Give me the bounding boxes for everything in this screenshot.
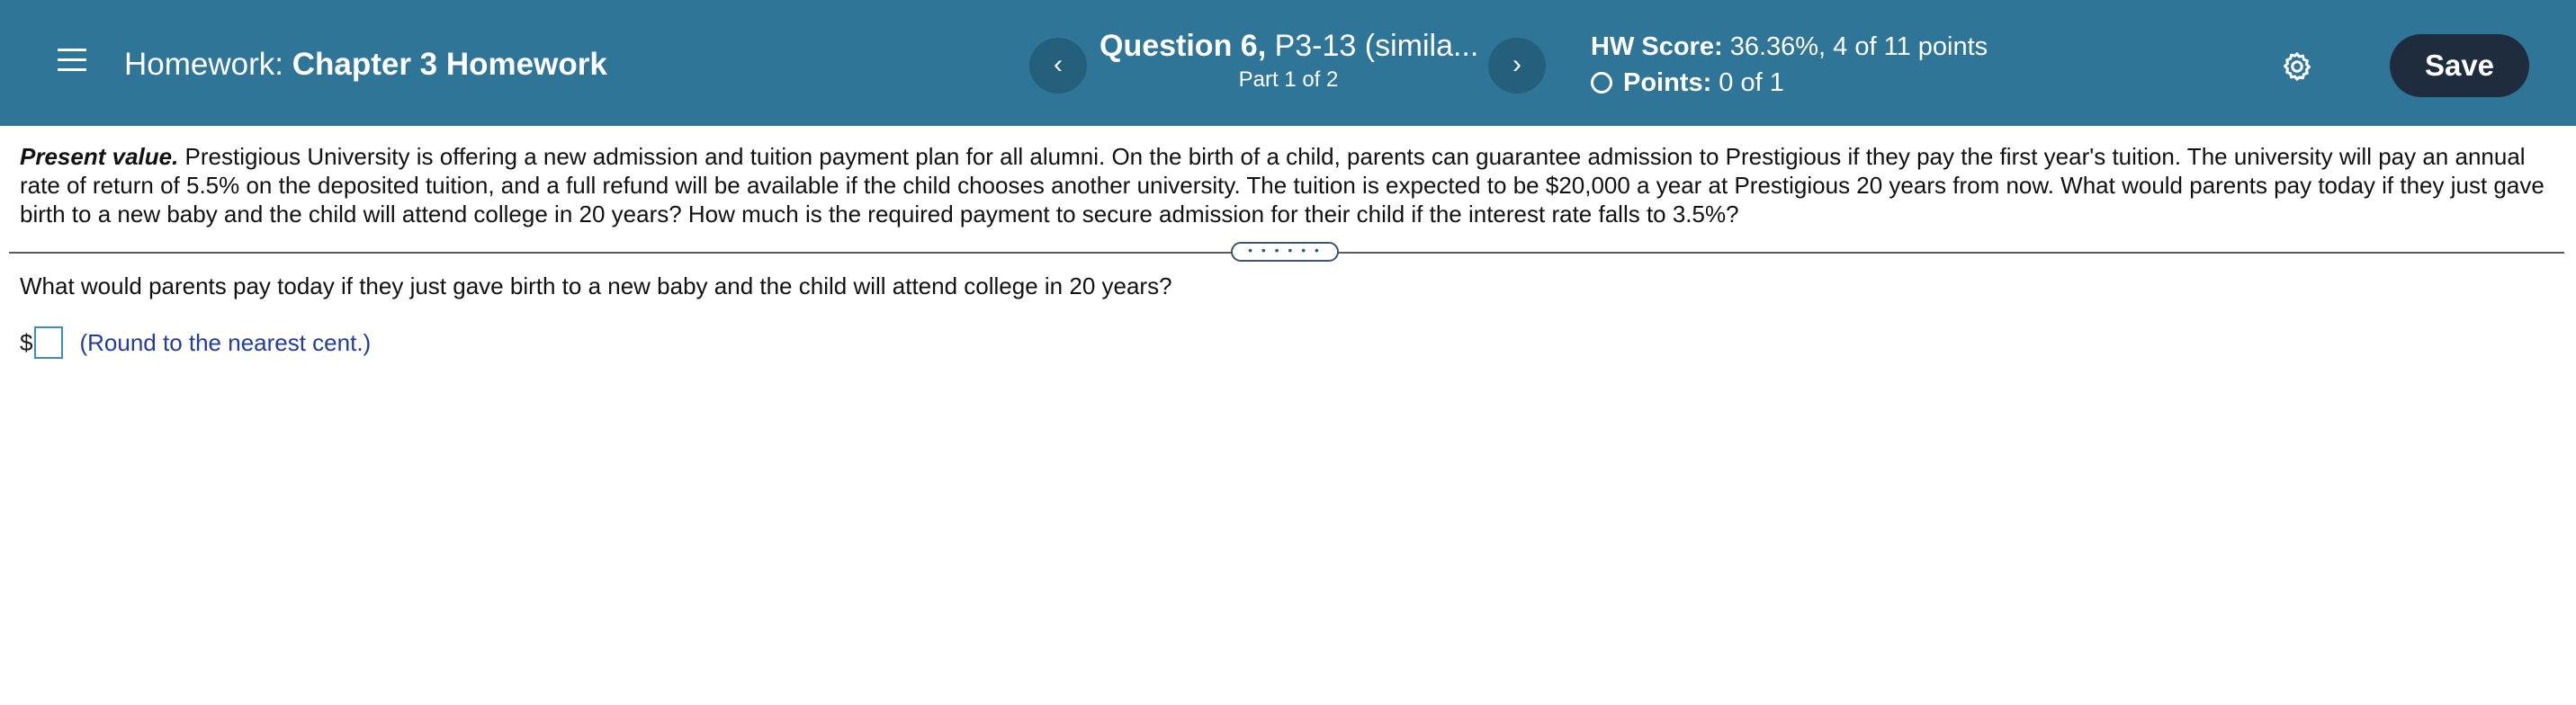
gear-icon[interactable] <box>2281 50 2313 83</box>
top-bar: Homework: Chapter 3 Homework ‹ Question … <box>0 0 2576 126</box>
answer-input[interactable] <box>34 326 64 359</box>
homework-name: Chapter 3 Homework <box>292 47 607 82</box>
question-points: Points: 0 of 1 <box>1591 65 1988 101</box>
divider-drag-handle[interactable]: • • • • • • <box>1231 242 1339 262</box>
question-number: Question 6, <box>1100 29 1267 63</box>
answer-row: $ (Round to the nearest cent.) <box>20 326 371 359</box>
question-part: Part 1 of 2 <box>1238 67 1339 92</box>
next-question-button[interactable]: › <box>1488 38 1546 94</box>
problem-statement: Present value. Prestigious University is… <box>20 142 2557 228</box>
previous-question-button[interactable]: ‹ <box>1029 38 1087 94</box>
rounding-hint: (Round to the nearest cent.) <box>79 329 372 356</box>
score-info: HW Score: 36.36%, 4 of 11 points Points:… <box>1591 29 1988 101</box>
chevron-right-icon: › <box>1512 49 1521 79</box>
points-value: 0 of 1 <box>1719 68 1784 97</box>
question-title[interactable]: Question 6, P3-13 (simila... <box>1100 27 1477 65</box>
problem-intro: Present value. <box>20 143 179 170</box>
question-info: Question 6, P3-13 (simila... Part 1 of 2 <box>1100 27 1477 95</box>
points-label: Points: <box>1623 68 1712 97</box>
homework-prefix: Homework: <box>124 47 283 82</box>
chevron-left-icon: ‹ <box>1054 49 1063 79</box>
hw-score: HW Score: 36.36%, 4 of 11 points <box>1591 29 1988 65</box>
subquestion-text: What would parents pay today if they jus… <box>20 272 1172 299</box>
save-button[interactable]: Save <box>2390 34 2529 97</box>
hw-score-label: HW Score: <box>1591 32 1723 61</box>
question-name: P3-13 (simila... <box>1266 29 1477 63</box>
problem-text: Prestigious University is offering a new… <box>20 143 2545 228</box>
homework-title: Homework: Chapter 3 Homework <box>124 45 607 85</box>
status-circle-icon <box>1591 72 1612 94</box>
hw-score-value: 36.36%, 4 of 11 points <box>1729 32 1988 61</box>
hamburger-menu-icon[interactable] <box>58 49 86 77</box>
currency-symbol: $ <box>20 329 33 356</box>
